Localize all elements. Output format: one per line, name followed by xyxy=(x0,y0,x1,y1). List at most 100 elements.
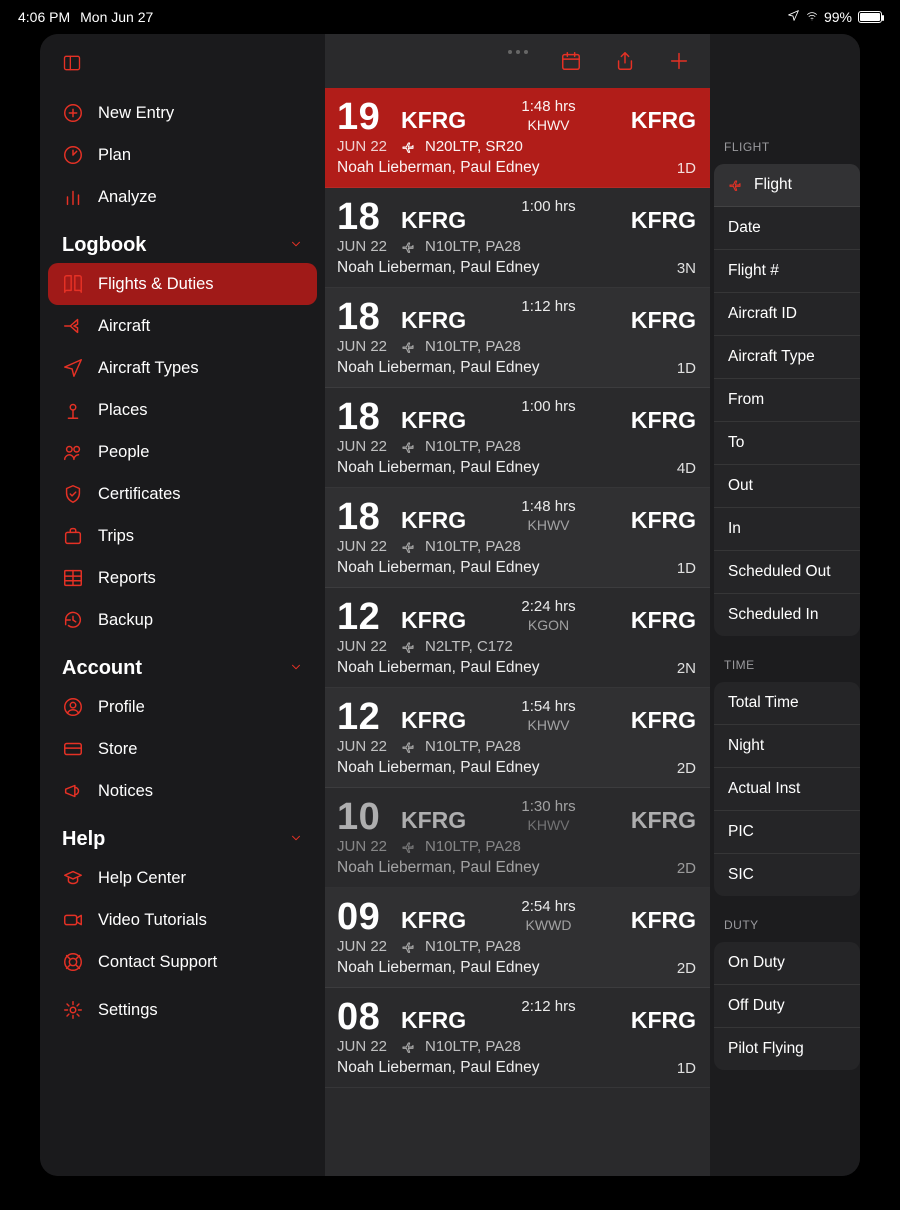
nav-item-aircraft[interactable]: Aircraft xyxy=(48,305,317,347)
flight-duration: 1:00 hrs xyxy=(466,198,631,217)
plane-small-icon xyxy=(401,639,417,655)
flight-day: 18 xyxy=(337,398,401,436)
nav-item-settings[interactable]: Settings xyxy=(48,989,317,1031)
detail-row-label: Flight # xyxy=(728,262,779,280)
nav-item-backup[interactable]: Backup xyxy=(48,599,317,641)
flight-row[interactable]: 08 KFRG 2:12 hrs KFRG JUN 22 N10LTP, PA2… xyxy=(325,988,710,1088)
nav-item-aircraft-types[interactable]: Aircraft Types xyxy=(48,347,317,389)
detail-row-flight[interactable]: Flight xyxy=(714,164,860,207)
detail-row-label: Pilot Flying xyxy=(728,1040,804,1058)
battery-icon xyxy=(858,11,882,23)
flight-row[interactable]: 12 KFRG 1:54 hrs KHWV KFRG JUN 22 N10LTP… xyxy=(325,688,710,788)
plane-small-icon xyxy=(401,839,417,855)
flight-row[interactable]: 10 KFRG 1:30 hrs KHWV KFRG JUN 22 N10LTP… xyxy=(325,788,710,888)
detail-row-flight-[interactable]: Flight # xyxy=(714,250,860,293)
flight-dest: KFRG xyxy=(631,607,696,634)
detail-row-scheduled-out[interactable]: Scheduled Out xyxy=(714,551,860,594)
flight-row[interactable]: 18 KFRG 1:00 hrs KFRG JUN 22 N10LTP, PA2… xyxy=(325,388,710,488)
flight-day: 12 xyxy=(337,598,401,636)
detail-row-sic[interactable]: SIC xyxy=(714,854,860,896)
detail-row-from[interactable]: From xyxy=(714,379,860,422)
flight-via: KGON xyxy=(466,617,631,635)
flight-row[interactable]: 09 KFRG 2:54 hrs KWWD KFRG JUN 22 N10LTP… xyxy=(325,888,710,988)
nav-item-label: New Entry xyxy=(98,104,174,123)
chevron-down-icon xyxy=(289,234,303,257)
detail-row-to[interactable]: To xyxy=(714,422,860,465)
detail-row-on-duty[interactable]: On Duty xyxy=(714,942,860,985)
nav-item-profile[interactable]: Profile xyxy=(48,686,317,728)
flight-dest: KFRG xyxy=(631,907,696,934)
nav-item-people[interactable]: People xyxy=(48,431,317,473)
nav-item-label: Places xyxy=(98,401,148,420)
nav-item-new entry[interactable]: New Entry xyxy=(48,92,317,134)
flight-month: JUN 22 xyxy=(337,838,393,855)
nav-group-title[interactable]: Help xyxy=(48,818,317,857)
plane-icon xyxy=(728,177,744,193)
bars-icon xyxy=(62,186,84,208)
flight-row[interactable]: 12 KFRG 2:24 hrs KGON KFRG JUN 22 N2LTP,… xyxy=(325,588,710,688)
flight-month: JUN 22 xyxy=(337,338,393,355)
detail-row-pilot-flying[interactable]: Pilot Flying xyxy=(714,1028,860,1070)
nav-item-trips[interactable]: Trips xyxy=(48,515,317,557)
plane-small-icon xyxy=(401,339,417,355)
flight-origin: KFRG xyxy=(401,307,466,334)
flight-tag: 1D xyxy=(677,1060,696,1077)
nav-item-analyze[interactable]: Analyze xyxy=(48,176,317,218)
share-icon[interactable] xyxy=(614,50,636,72)
flight-row[interactable]: 18 KFRG 1:00 hrs KFRG JUN 22 N10LTP, PA2… xyxy=(325,188,710,288)
detail-row-off-duty[interactable]: Off Duty xyxy=(714,985,860,1028)
detail-row-label: To xyxy=(728,434,744,452)
nav-item-contact-support[interactable]: Contact Support xyxy=(48,941,317,983)
flight-crew: Noah Lieberman, Paul Edney xyxy=(337,1059,540,1077)
detail-row-pic[interactable]: PIC xyxy=(714,811,860,854)
plane-small-icon xyxy=(401,139,417,155)
sidebar-toggle-icon[interactable] xyxy=(60,53,84,78)
flight-day: 09 xyxy=(337,898,401,936)
flight-aircraft: N2LTP, C172 xyxy=(425,638,513,655)
detail-row-aircraft-id[interactable]: Aircraft ID xyxy=(714,293,860,336)
detail-row-total-time[interactable]: Total Time xyxy=(714,682,860,725)
flight-crew: Noah Lieberman, Paul Edney xyxy=(337,259,540,277)
nav-item-notices[interactable]: Notices xyxy=(48,770,317,812)
window-handle[interactable] xyxy=(508,50,528,54)
detail-row-scheduled-in[interactable]: Scheduled In xyxy=(714,594,860,636)
plus-icon[interactable] xyxy=(668,50,690,72)
detail-row-in[interactable]: In xyxy=(714,508,860,551)
flight-month: JUN 22 xyxy=(337,538,393,555)
detail-row-actual-inst[interactable]: Actual Inst xyxy=(714,768,860,811)
nav-item-places[interactable]: Places xyxy=(48,389,317,431)
detail-row-night[interactable]: Night xyxy=(714,725,860,768)
nav-item-flights-duties[interactable]: Flights & Duties xyxy=(48,263,317,305)
graduation-icon xyxy=(62,867,84,889)
detail-row-label: Out xyxy=(728,477,753,495)
flight-aircraft: N10LTP, PA28 xyxy=(425,538,521,555)
flight-row[interactable]: 19 KFRG 1:48 hrs KHWV KFRG JUN 22 N20LTP… xyxy=(325,88,710,188)
nav-item-help-center[interactable]: Help Center xyxy=(48,857,317,899)
detail-row-out[interactable]: Out xyxy=(714,465,860,508)
flight-row[interactable]: 18 KFRG 1:12 hrs KFRG JUN 22 N10LTP, PA2… xyxy=(325,288,710,388)
flight-via: KHWV xyxy=(466,717,631,735)
detail-row-label: From xyxy=(728,391,764,409)
nav-item-label: Flights & Duties xyxy=(98,275,214,294)
nav-item-label: Notices xyxy=(98,782,153,801)
nav-item-store[interactable]: Store xyxy=(48,728,317,770)
flight-via: KHWV xyxy=(466,817,631,835)
nav-item-label: Settings xyxy=(98,1001,158,1020)
nav-item-reports[interactable]: Reports xyxy=(48,557,317,599)
nav-item-video-tutorials[interactable]: Video Tutorials xyxy=(48,899,317,941)
detail-row-label: Off Duty xyxy=(728,997,785,1015)
flight-row[interactable]: 18 KFRG 1:48 hrs KHWV KFRG JUN 22 N10LTP… xyxy=(325,488,710,588)
detail-row-aircraft-type[interactable]: Aircraft Type xyxy=(714,336,860,379)
nav-group-title[interactable]: Account xyxy=(48,647,317,686)
detail-row-date[interactable]: Date xyxy=(714,207,860,250)
nav-item-label: Store xyxy=(98,740,137,759)
flight-via: KWWD xyxy=(466,917,631,935)
video-icon xyxy=(62,909,84,931)
nav-group-title[interactable]: Logbook xyxy=(48,224,317,263)
detail-row-label: Total Time xyxy=(728,694,799,712)
calendar-icon[interactable] xyxy=(560,50,582,72)
nav-item-plan[interactable]: Plan xyxy=(48,134,317,176)
flight-via: KHWV xyxy=(466,517,631,535)
nav-item-certificates[interactable]: Certificates xyxy=(48,473,317,515)
flight-dest: KFRG xyxy=(631,807,696,834)
